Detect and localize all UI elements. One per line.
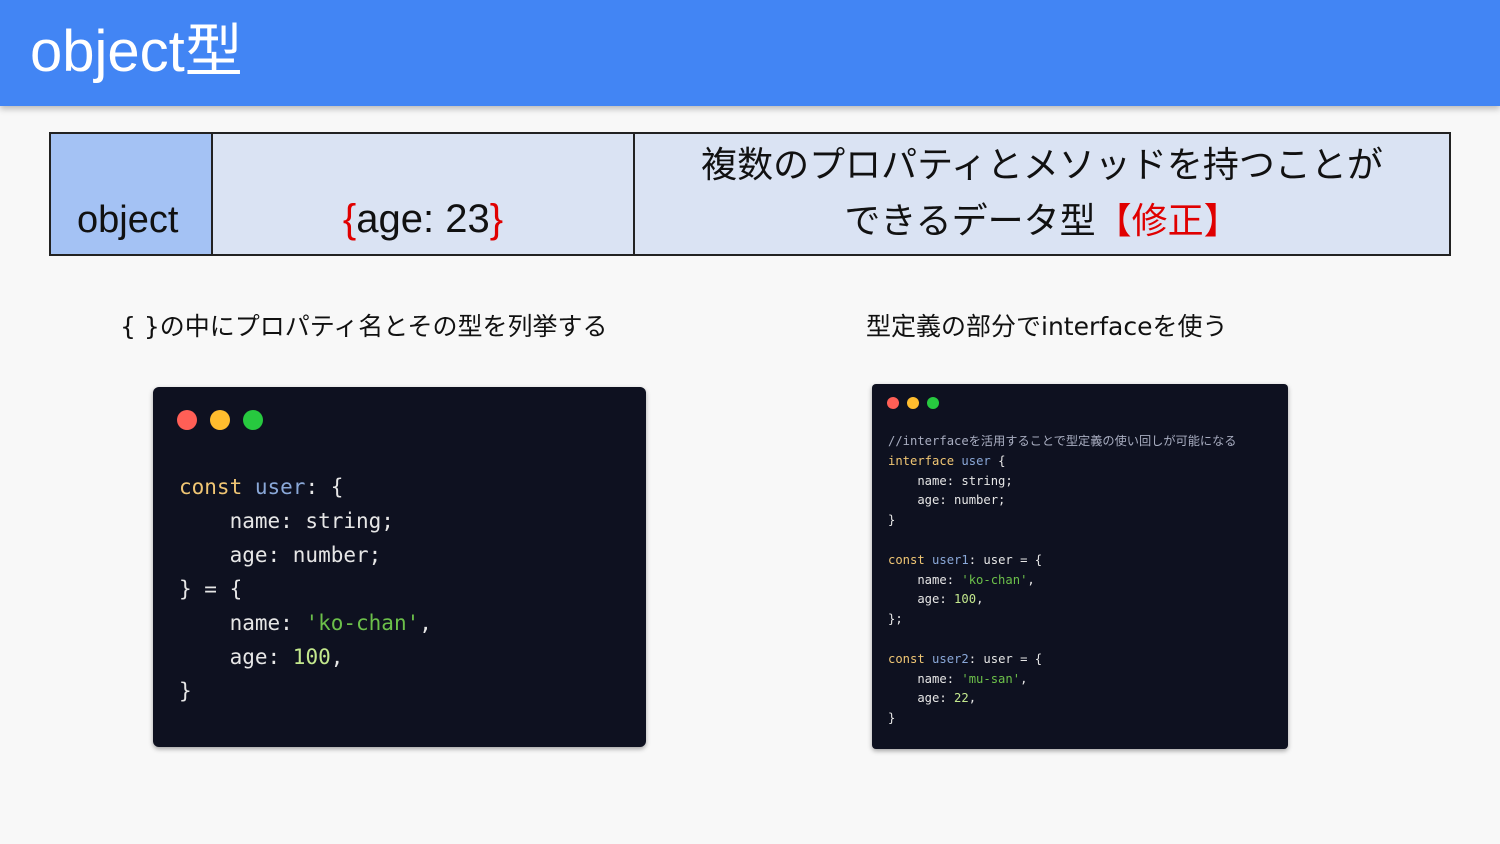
- code-text: : {: [305, 475, 344, 499]
- example-body: age: 23: [356, 197, 490, 241]
- code-comment: //interfaceを活用することで型定義の使い回しが可能になる: [888, 434, 1237, 448]
- code-text: age:: [888, 592, 955, 607]
- window-controls: [177, 410, 263, 430]
- code-line: name: 'ko-chan',: [888, 571, 1236, 591]
- code-line: interface user {: [888, 452, 1236, 472]
- code-number: 100: [954, 592, 977, 607]
- table-row: object {age: 23} 複数のプロパティとメソッドを持つことが できる…: [49, 132, 1451, 256]
- brace-close: }: [489, 197, 504, 241]
- code-keyword: const: [179, 475, 243, 499]
- window-minimize-dot-icon: [907, 397, 919, 409]
- code-text: : user = {: [968, 552, 1043, 567]
- code-text: ,: [1027, 572, 1035, 587]
- code-line: const user: {: [179, 470, 432, 504]
- code-keyword: interface: [888, 453, 955, 468]
- window-maximize-dot-icon: [927, 397, 939, 409]
- code-keyword: const: [888, 552, 925, 567]
- example-cell: {age: 23}: [211, 132, 635, 256]
- code-snippet-right: //interfaceを活用することで型定義の使い回しが可能になる interfa…: [872, 384, 1288, 749]
- code-line: age: 100,: [179, 640, 432, 674]
- window-close-dot-icon: [177, 410, 197, 430]
- code-text: name:: [179, 611, 306, 635]
- brace-open: {: [342, 197, 357, 241]
- correction-note: 【修正】: [1095, 201, 1240, 242]
- code-string: 'ko-chan': [961, 572, 1028, 587]
- code-line: age: number;: [888, 493, 1006, 508]
- code-line: //interfaceを活用することで型定義の使い回しが可能になる: [888, 432, 1236, 452]
- code-text: age:: [888, 691, 955, 706]
- code-text: ,: [419, 611, 432, 635]
- code-line: age: number;: [179, 543, 382, 567]
- slide-title: object型: [30, 19, 243, 84]
- code-text: ,: [1020, 671, 1028, 686]
- code-variable: user2: [932, 651, 969, 666]
- code-line: name: 'mu-san',: [888, 670, 1236, 690]
- code-line: }: [888, 711, 896, 726]
- description-line-1: 複数のプロパティとメソッドを持つことが: [701, 145, 1383, 186]
- code-variable: user1: [932, 552, 969, 567]
- code-number: 22: [954, 691, 969, 706]
- caption-right: 型定義の部分でinterfaceを使う: [866, 312, 1228, 341]
- description-line-2: できるデータ型【修正】: [635, 194, 1449, 250]
- code-line: name: string;: [888, 473, 1013, 488]
- code-line: age: 22,: [888, 689, 1236, 709]
- code-text: age:: [179, 645, 293, 669]
- title-bar: object型: [0, 0, 1500, 106]
- code-text: ,: [976, 592, 984, 607]
- code-text: ,: [330, 645, 344, 669]
- code-line: const user2: user = {: [888, 650, 1236, 670]
- code-text: {: [990, 453, 1006, 468]
- description-text: できるデータ型: [844, 201, 1096, 242]
- type-info-table: object {age: 23} 複数のプロパティとメソッドを持つことが できる…: [49, 132, 1451, 256]
- code-text: ,: [968, 691, 977, 706]
- code-keyword: const: [888, 651, 925, 666]
- window-controls: [887, 397, 939, 409]
- code-number: 100: [292, 645, 331, 669]
- code-line: const user1: user = {: [888, 551, 1236, 571]
- window-maximize-dot-icon: [243, 410, 263, 430]
- code-block: //interfaceを活用することで型定義の使い回しが可能になる interfa…: [888, 432, 1236, 729]
- code-line: name: 'ko-chan',: [179, 606, 432, 640]
- code-text: name:: [888, 572, 962, 587]
- code-string: 'ko-chan': [305, 611, 420, 635]
- window-close-dot-icon: [887, 397, 899, 409]
- code-line: };: [888, 612, 903, 627]
- type-name-cell: object: [49, 132, 213, 256]
- code-line: name: string;: [179, 509, 394, 533]
- window-minimize-dot-icon: [210, 410, 230, 430]
- code-block: const user: { name: string; age: number;…: [179, 470, 432, 708]
- code-variable: user: [961, 453, 991, 468]
- code-text: name:: [888, 671, 962, 686]
- code-text: : user = {: [968, 651, 1043, 666]
- code-line: }: [179, 679, 192, 703]
- code-line: age: 100,: [888, 590, 1236, 610]
- code-variable: user: [254, 475, 306, 499]
- caption-left: { }の中にプロパティ名とその型を列挙する: [120, 312, 608, 341]
- description-cell: 複数のプロパティとメソッドを持つことが できるデータ型【修正】: [633, 132, 1451, 256]
- code-snippet-left: const user: { name: string; age: number;…: [153, 387, 646, 747]
- code-line: } = {: [179, 577, 243, 601]
- code-string: 'mu-san': [961, 671, 1021, 686]
- code-line: }: [888, 513, 896, 528]
